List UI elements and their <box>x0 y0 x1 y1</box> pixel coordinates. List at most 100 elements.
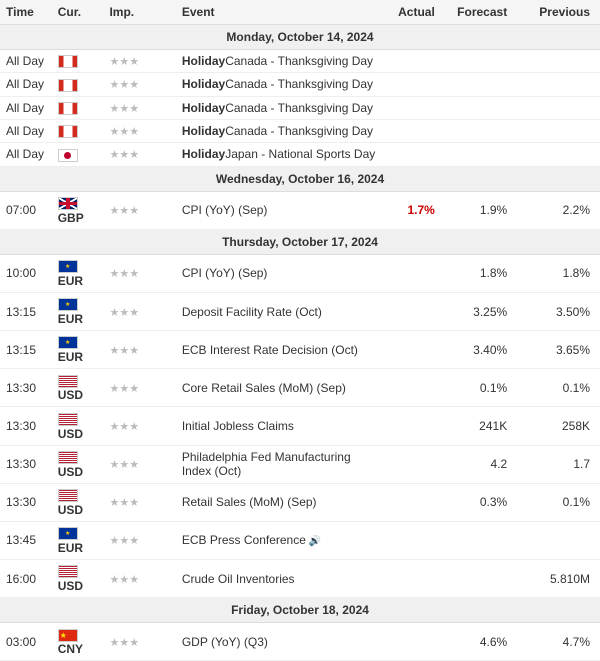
event-time: 03:00 <box>0 623 52 661</box>
event-currency: ★EUR <box>52 331 104 369</box>
event-description: HolidayCanada - Thanksgiving Day <box>176 96 383 119</box>
star-icon: ★ <box>119 268 129 280</box>
event-time: 13:15 <box>0 331 52 369</box>
star-icon: ★ <box>109 497 119 509</box>
event-currency <box>52 73 104 96</box>
forecast-value: 0.1% <box>480 381 507 395</box>
col-header-currency: Cur. <box>52 0 104 25</box>
event-actual: 1.7% <box>383 191 445 229</box>
star-icon: ★ <box>129 56 139 68</box>
event-time: All Day <box>0 50 52 73</box>
star-icon: ★ <box>109 205 119 217</box>
previous-value: 258K <box>562 419 590 433</box>
event-description: Philadelphia Fed Manufacturing Index (Oc… <box>176 445 383 483</box>
table-row: 16:00 USD ★★★ Crude Oil Inventories 5.81… <box>0 560 600 598</box>
event-importance: ★★★ <box>103 96 175 119</box>
event-time: 10:00 <box>0 254 52 292</box>
star-icon: ★ <box>119 574 129 586</box>
star-icon: ★ <box>129 149 139 161</box>
event-detail: Canada - Thanksgiving Day <box>225 77 373 91</box>
col-header-importance: Imp. <box>103 0 175 25</box>
star-icon: ★ <box>129 307 139 319</box>
actual-value: 1.7% <box>407 203 434 217</box>
event-description: HolidayCanada - Thanksgiving Day <box>176 73 383 96</box>
event-forecast: 4.2 <box>445 445 517 483</box>
section-header-label: Monday, October 14, 2024 <box>0 25 600 50</box>
event-detail: Japan - National Sports Day <box>225 147 375 161</box>
event-importance: ★★★ <box>103 560 175 598</box>
star-icon: ★ <box>119 637 129 649</box>
event-currency: CNY <box>52 623 104 661</box>
star-icon: ★ <box>109 345 119 357</box>
star-icon: ★ <box>119 383 129 395</box>
event-previous <box>517 96 600 119</box>
table-row: 13:30 USD ★★★ Retail Sales (MoM) (Sep) 0… <box>0 483 600 521</box>
previous-value: 2.2% <box>563 203 590 217</box>
col-header-previous: Previous <box>517 0 600 25</box>
event-label: ECB Interest Rate Decision (Oct) <box>182 343 358 357</box>
event-previous <box>517 73 600 96</box>
event-label: Initial Jobless Claims <box>182 419 294 433</box>
flag-canada <box>58 79 78 92</box>
event-label: Holiday <box>182 101 225 115</box>
flag-japan <box>58 149 78 162</box>
event-currency <box>52 96 104 119</box>
event-importance: ★★★ <box>103 521 175 559</box>
event-time: All Day <box>0 73 52 96</box>
flag-us <box>58 413 78 426</box>
currency-label: USD <box>58 579 83 593</box>
currency-label: USD <box>58 388 83 402</box>
event-description: Core Retail Sales (MoM) (Sep) <box>176 369 383 407</box>
event-description: CPI (YoY) (Sep) <box>176 254 383 292</box>
forecast-value: 1.8% <box>480 266 507 280</box>
event-previous: 0.1% <box>517 483 600 521</box>
event-time: All Day <box>0 119 52 142</box>
event-actual <box>383 369 445 407</box>
currency-label: USD <box>58 503 83 517</box>
event-forecast: 4.6% <box>445 623 517 661</box>
flag-us <box>58 451 78 464</box>
event-description: ECB Interest Rate Decision (Oct) <box>176 331 383 369</box>
event-importance: ★★★ <box>103 407 175 445</box>
star-icon: ★ <box>129 103 139 115</box>
forecast-value: 241K <box>479 419 507 433</box>
event-currency <box>52 143 104 166</box>
event-forecast: 1.8% <box>445 254 517 292</box>
event-importance: ★★★ <box>103 119 175 142</box>
event-previous: 1.8% <box>517 254 600 292</box>
star-icon: ★ <box>109 421 119 433</box>
star-icon: ★ <box>109 637 119 649</box>
event-actual <box>383 407 445 445</box>
previous-value: 5.810M <box>550 572 590 586</box>
table-row: 13:15 ★EUR ★★★ Deposit Facility Rate (Oc… <box>0 292 600 330</box>
forecast-value: 3.25% <box>473 305 507 319</box>
event-previous <box>517 143 600 166</box>
event-previous: 1.7 <box>517 445 600 483</box>
event-actual <box>383 143 445 166</box>
event-forecast <box>445 143 517 166</box>
flag-uk <box>58 197 78 210</box>
event-currency <box>52 119 104 142</box>
star-icon: ★ <box>119 126 129 138</box>
flag-canada <box>58 55 78 68</box>
event-description: Deposit Facility Rate (Oct) <box>176 292 383 330</box>
section-header-row: Thursday, October 17, 2024 <box>0 229 600 254</box>
section-header-row: Wednesday, October 16, 2024 <box>0 166 600 191</box>
event-previous <box>517 521 600 559</box>
forecast-value: 4.6% <box>480 635 507 649</box>
event-importance: ★★★ <box>103 50 175 73</box>
flag-us <box>58 489 78 502</box>
star-icon: ★ <box>129 126 139 138</box>
star-icon: ★ <box>109 126 119 138</box>
star-icon: ★ <box>129 79 139 91</box>
star-icon: ★ <box>109 56 119 68</box>
star-icon: ★ <box>109 79 119 91</box>
event-currency: USD <box>52 369 104 407</box>
economic-calendar-table: Time Cur. Imp. Event Actual Forecast Pre… <box>0 0 600 661</box>
event-actual <box>383 292 445 330</box>
table-row: 13:30 USD ★★★ Core Retail Sales (MoM) (S… <box>0 369 600 407</box>
forecast-value: 3.40% <box>473 343 507 357</box>
event-previous <box>517 119 600 142</box>
event-detail: Canada - Thanksgiving Day <box>225 101 373 115</box>
event-actual <box>383 483 445 521</box>
